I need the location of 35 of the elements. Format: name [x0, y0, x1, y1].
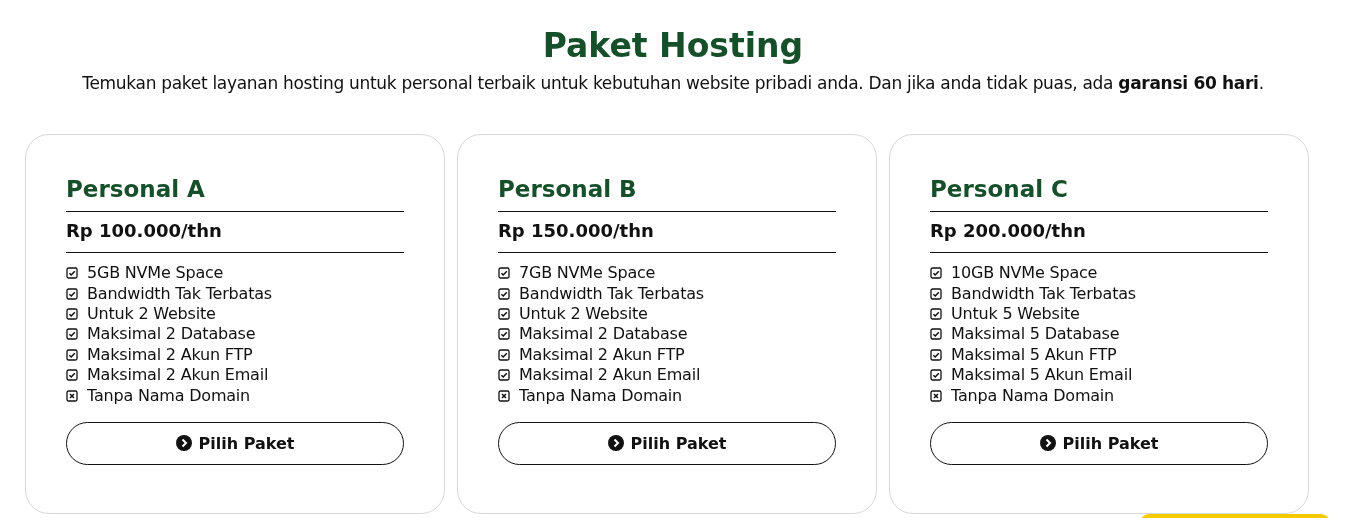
feature-text: Maksimal 5 Akun Email [951, 365, 1133, 386]
feature-text: Bandwidth Tak Terbatas [519, 283, 704, 304]
feature-text: Tanpa Nama Domain [951, 385, 1115, 406]
feature-text: Maksimal 2 Akun Email [519, 365, 701, 386]
feature-text: Maksimal 5 Database [951, 324, 1120, 345]
feature-text: Maksimal 2 Akun FTP [519, 344, 685, 365]
chevron-circle-icon [607, 435, 624, 452]
plan-price: Rp 200.000/thn [930, 212, 1268, 253]
choose-plan-button[interactable]: Pilih Paket [66, 421, 404, 465]
feature-text: Untuk 2 Website [87, 303, 216, 324]
plan-name: Personal B [498, 175, 836, 212]
plan-price: Rp 100.000/thn [66, 212, 404, 253]
feature-text: Bandwidth Tak Terbatas [87, 283, 272, 304]
page-subtitle: Temukan paket layanan hosting untuk personal terbaik untuk kebutuhan website pribadi anda. Dan jika anda tidak puas, ada garansi 60 hari. [81, 72, 1265, 94]
feature-text: Maksimal 2 Database [519, 324, 688, 345]
page-title: Paket Hosting [542, 25, 804, 67]
feature-text: Maksimal 2 Akun Email [87, 365, 269, 386]
plan-name: Personal C [930, 175, 1268, 212]
feature-text: Tanpa Nama Domain [519, 385, 683, 406]
feature-text: 10GB NVMe Space [951, 263, 1098, 284]
feature-text: Maksimal 2 Akun FTP [87, 344, 253, 365]
feature-text: Untuk 5 Website [951, 303, 1080, 324]
feature-text: 5GB NVMe Space [87, 263, 224, 284]
feature-text: 7GB NVMe Space [519, 263, 656, 284]
chevron-circle-icon [175, 435, 192, 452]
feature-text: Maksimal 5 Akun FTP [951, 344, 1117, 365]
plan-name: Personal A [66, 175, 404, 212]
plan-price: Rp 150.000/thn [498, 212, 836, 253]
choose-plan-button[interactable]: Pilih Paket [498, 421, 836, 465]
feature-text: Tanpa Nama Domain [87, 385, 251, 406]
chevron-circle-icon [1039, 435, 1056, 452]
feature-text: Untuk 2 Website [519, 303, 648, 324]
feature-text: Maksimal 2 Database [87, 324, 256, 345]
feature-text: Bandwidth Tak Terbatas [951, 283, 1136, 304]
choose-plan-button[interactable]: Pilih Paket [930, 421, 1268, 465]
